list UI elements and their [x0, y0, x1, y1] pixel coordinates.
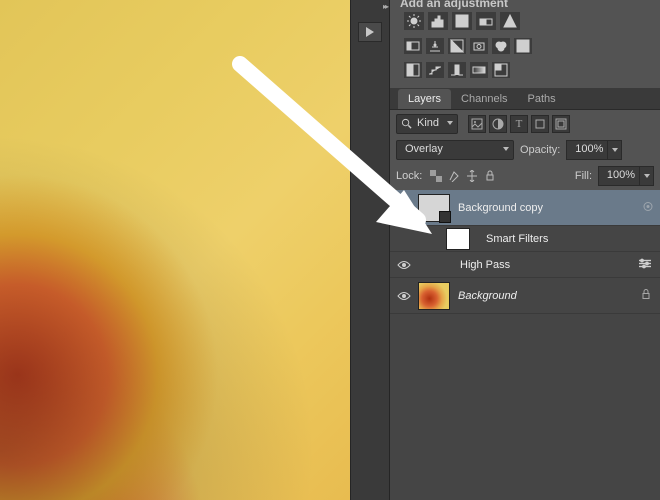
layer-name: Background copy: [458, 202, 543, 214]
gradient-map-icon[interactable]: [470, 62, 488, 78]
search-icon: [401, 118, 412, 129]
threshold-icon[interactable]: [448, 62, 466, 78]
filter-smart-icon[interactable]: [552, 115, 570, 133]
filter-pixel-icon[interactable]: [468, 115, 486, 133]
blend-mode-select[interactable]: Overlay: [396, 140, 514, 160]
kind-filter-select[interactable]: Kind: [396, 114, 458, 134]
visibility-toggle[interactable]: [390, 260, 418, 270]
layer-thumbnail[interactable]: [418, 194, 450, 222]
lock-transparency-icon[interactable]: [428, 168, 444, 184]
fill-drop-button[interactable]: [640, 166, 654, 186]
vibrance-icon[interactable]: [500, 12, 520, 30]
lock-all-icon[interactable]: [482, 168, 498, 184]
collapse-chevrons-icon[interactable]: ▸▸: [383, 2, 387, 11]
lock-row: Lock: Fill: 100%: [396, 166, 654, 186]
layer-row[interactable]: Background: [390, 278, 660, 314]
hue-sat-icon[interactable]: [404, 38, 422, 54]
lock-position-icon[interactable]: [464, 168, 480, 184]
lock-pixels-icon[interactable]: [446, 168, 462, 184]
blend-row: Overlay Opacity: 100%: [396, 140, 654, 160]
color-balance-icon[interactable]: [426, 38, 444, 54]
layer-row[interactable]: High Pass: [390, 252, 660, 278]
channel-mixer-icon[interactable]: [492, 38, 510, 54]
invert-icon[interactable]: [404, 62, 422, 78]
layers-list: Background copy Smart Filters High Pass: [390, 190, 660, 500]
panel-collapse-strip: ▸▸: [350, 0, 390, 500]
adjustment-grid: [404, 12, 532, 78]
brightness-contrast-icon[interactable]: [404, 12, 424, 30]
posterize-icon[interactable]: [426, 62, 444, 78]
exposure-icon[interactable]: [476, 12, 496, 30]
play-action-button[interactable]: [358, 22, 382, 42]
app-root: ▸▸ Add an adjustment: [0, 0, 660, 500]
blend-mode-value: Overlay: [405, 143, 443, 155]
chevron-down-icon: [612, 148, 618, 152]
panel-tabs: Layers Channels Paths: [390, 88, 660, 110]
opacity-label: Opacity:: [520, 144, 560, 156]
black-white-icon[interactable]: [448, 38, 466, 54]
tab-layers[interactable]: Layers: [398, 89, 451, 109]
eye-icon: [397, 291, 411, 301]
opacity-drop-button[interactable]: [608, 140, 622, 160]
image-canvas[interactable]: [0, 0, 350, 500]
lock-label: Lock:: [396, 170, 422, 182]
right-panel: Add an adjustment: [390, 0, 660, 500]
visibility-toggle[interactable]: [390, 291, 418, 301]
smart-filter-mask-thumbnail[interactable]: [446, 228, 470, 250]
visibility-off-icon[interactable]: [642, 200, 654, 215]
levels-icon[interactable]: [428, 12, 448, 30]
play-icon: [365, 27, 375, 37]
kind-filter-label: Kind: [417, 117, 439, 129]
layer-name: Background: [458, 290, 517, 302]
layer-filter-bar: Kind T: [396, 114, 654, 134]
chevron-down-icon: [447, 121, 453, 125]
photo-filter-icon[interactable]: [470, 38, 488, 54]
layer-name: High Pass: [460, 259, 510, 271]
chevron-down-icon: [644, 174, 650, 178]
eye-icon: [397, 260, 411, 270]
fill-label: Fill:: [575, 170, 592, 182]
curves-icon[interactable]: [452, 12, 472, 30]
adjustment-panel-title: Add an adjustment: [400, 0, 508, 10]
layer-thumbnail[interactable]: [418, 282, 450, 310]
tab-paths[interactable]: Paths: [518, 89, 566, 109]
lock-icon: [640, 288, 652, 303]
chevron-down-icon: [503, 147, 509, 151]
filter-shape-icon[interactable]: [531, 115, 549, 133]
filter-options-icon[interactable]: [638, 258, 652, 271]
opacity-input[interactable]: 100%: [566, 140, 608, 160]
filter-adjustment-icon[interactable]: [489, 115, 507, 133]
filter-type-icon[interactable]: T: [510, 115, 528, 133]
layer-name: Smart Filters: [486, 233, 548, 245]
color-lookup-icon[interactable]: [514, 38, 532, 54]
layer-row[interactable]: Smart Filters: [390, 226, 660, 252]
layer-row[interactable]: Background copy: [390, 190, 660, 226]
selective-color-icon[interactable]: [492, 62, 510, 78]
fill-input[interactable]: 100%: [598, 166, 640, 186]
tab-channels[interactable]: Channels: [451, 89, 517, 109]
